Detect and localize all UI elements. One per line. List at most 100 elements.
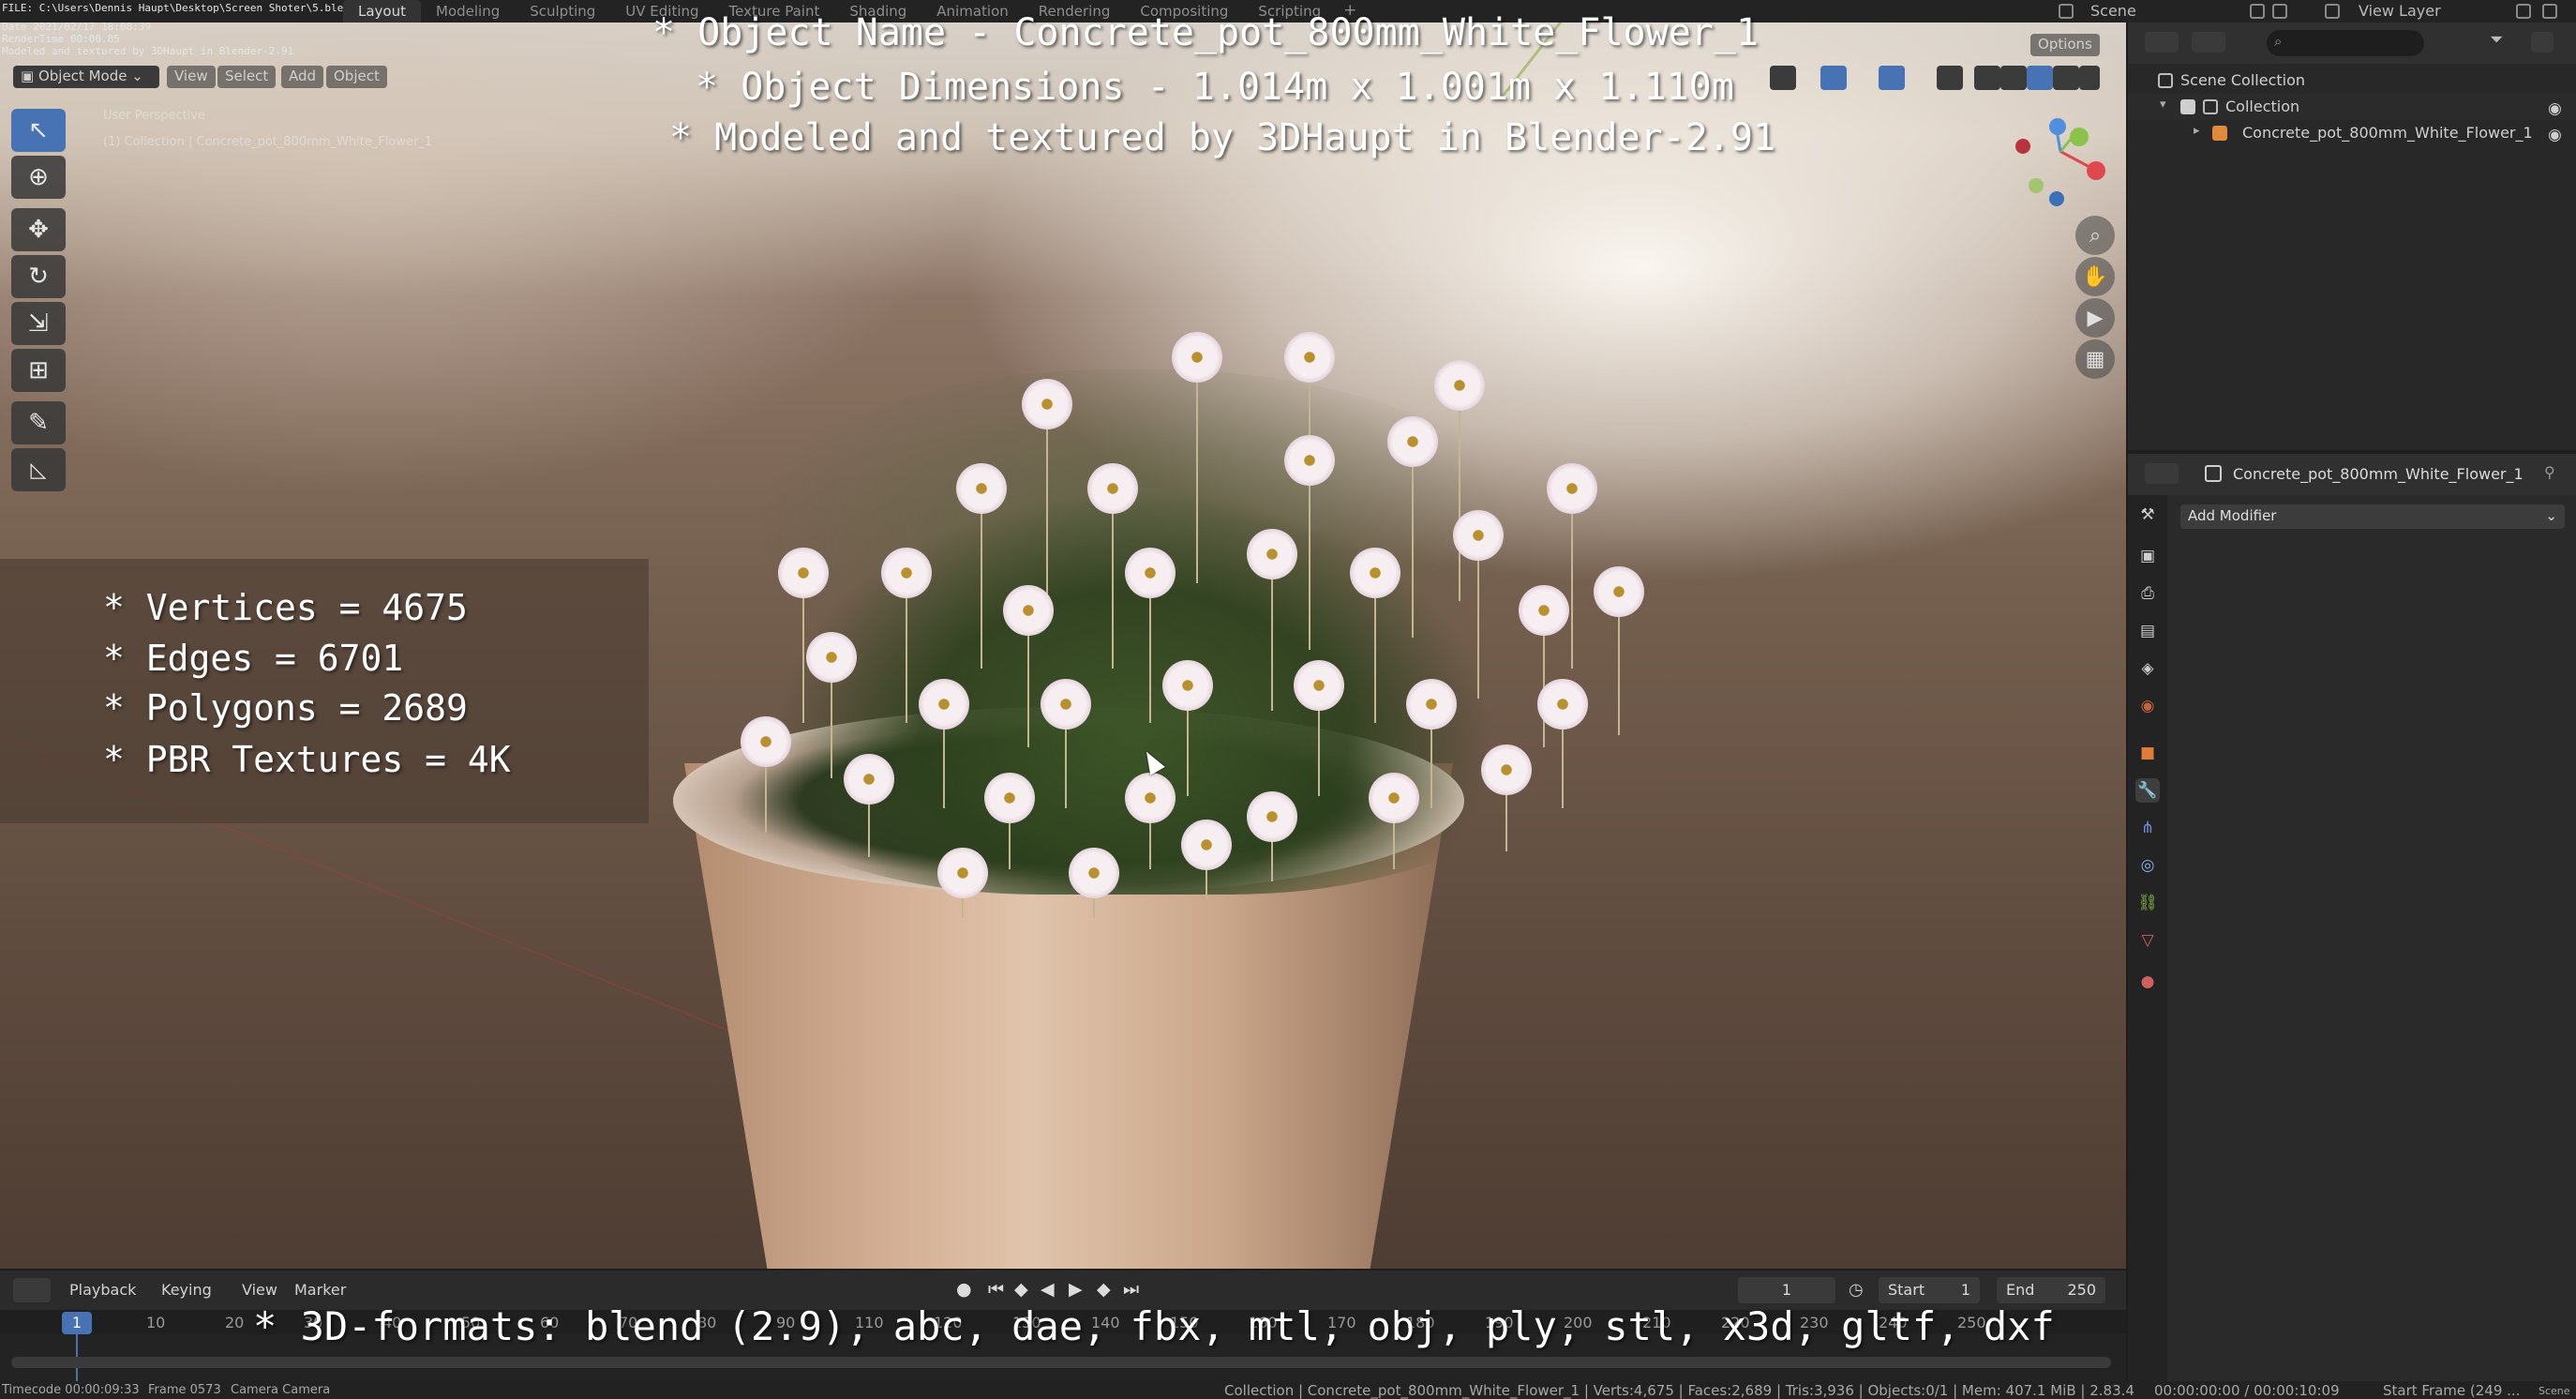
jump-end-icon[interactable]: ⏭ — [1123, 1279, 1139, 1300]
start-frame-field[interactable]: Start 1 — [1879, 1277, 1980, 1303]
tool-tab-icon[interactable]: ⚒ — [2135, 503, 2160, 527]
gizmo-x-icon[interactable] — [2087, 161, 2105, 180]
modifier-tab-icon[interactable]: 🔧 — [2135, 778, 2160, 803]
flower-blossom — [1247, 791, 1297, 842]
next-keyframe-icon[interactable]: ◆ — [1097, 1279, 1111, 1300]
move-tool[interactable]: ✥ — [11, 208, 66, 251]
xray-toggle-icon[interactable] — [1937, 66, 1963, 90]
solid-shading-icon[interactable] — [2000, 66, 2027, 90]
outliner-row-collection[interactable]: ▾ Collection ◉ — [2128, 94, 2576, 120]
current-frame-field[interactable]: 1 — [1738, 1277, 1835, 1303]
shading-options-icon[interactable] — [2079, 66, 2100, 90]
tab-layout[interactable]: Layout — [343, 0, 421, 23]
timeline-scrollbar[interactable] — [11, 1357, 2111, 1368]
delete-scene-icon[interactable] — [2272, 4, 2287, 19]
view-menu[interactable]: View — [167, 66, 216, 88]
object-tab-icon[interactable]: ■ — [2135, 741, 2160, 765]
gizmo-neg-z-icon[interactable] — [2049, 191, 2064, 206]
outliner-panel: ⌕ ⏷ Scene Collection ▾ Collection ◉ ▸ Co… — [2128, 23, 2576, 450]
end-frame-field[interactable]: End 250 — [1997, 1277, 2105, 1303]
wireframe-shading-icon[interactable] — [1974, 66, 2000, 90]
view-layer-tab-icon[interactable]: ▤ — [2135, 619, 2160, 643]
measure-tool[interactable]: ◺ — [11, 448, 66, 491]
new-scene-icon[interactable] — [2250, 4, 2265, 19]
add-menu[interactable]: Add — [281, 66, 324, 88]
data-tab-icon[interactable]: ▽ — [2135, 928, 2160, 953]
play-icon[interactable]: ▶ — [1069, 1279, 1083, 1300]
scene-selector[interactable]: Scene — [2090, 2, 2136, 20]
collapse-chevron-icon[interactable]: ▾ — [2160, 98, 2166, 112]
render-tab-icon[interactable]: ▣ — [2135, 544, 2160, 568]
select-menu[interactable]: Select — [217, 66, 277, 88]
gizmo-z-icon[interactable] — [2049, 118, 2066, 135]
marker-menu[interactable]: Marker — [294, 1281, 346, 1299]
tab-sculpting[interactable]: Sculpting — [515, 0, 610, 23]
flower-blossom — [844, 754, 894, 805]
gizmo-y-icon[interactable] — [2070, 128, 2089, 146]
view-menu[interactable]: View — [242, 1281, 277, 1299]
material-tab-icon[interactable]: ● — [2135, 970, 2160, 994]
playhead[interactable]: 1 — [62, 1312, 92, 1334]
display-mode-icon[interactable] — [2192, 32, 2225, 53]
scene-icon[interactable] — [2059, 4, 2074, 19]
new-view-layer-icon[interactable] — [2516, 4, 2531, 19]
flower-blossom — [1069, 848, 1119, 898]
jump-start-icon[interactable]: ⏮ — [988, 1279, 1004, 1300]
gizmo-neg-y-icon[interactable] — [2029, 178, 2044, 193]
editor-type-icon[interactable] — [13, 1278, 51, 1302]
add-modifier-dropdown[interactable]: Add Modifier ⌄ — [2180, 504, 2565, 529]
playback-menu[interactable]: Playback — [69, 1281, 136, 1299]
prev-keyframe-icon[interactable]: ◆ — [1014, 1279, 1028, 1300]
gizmo-neg-x-icon[interactable] — [2015, 139, 2030, 154]
pin-icon[interactable]: ⚲ — [2544, 463, 2555, 481]
zoom-icon[interactable]: ⌕ — [2075, 216, 2115, 255]
transform-tool[interactable]: ⊞ — [11, 349, 66, 392]
outliner-row-object[interactable]: ▸ Concrete_pot_800mm_White_Flower_1 ◉ — [2128, 120, 2576, 146]
flower-stem — [1412, 454, 1414, 638]
camera-view-icon[interactable]: ▶ — [2075, 298, 2115, 338]
ortho-grid-icon[interactable]: ▦ — [2075, 339, 2115, 379]
checkbox-icon[interactable] — [2180, 99, 2195, 114]
outliner-search-input[interactable]: ⌕ — [2267, 30, 2424, 56]
new-collection-icon[interactable] — [2531, 32, 2554, 53]
outliner-row-scene-collection[interactable]: Scene Collection — [2128, 68, 2576, 94]
cursor-tool[interactable]: ⊕ — [11, 156, 66, 199]
scene-tab-icon[interactable]: ◈ — [2135, 656, 2160, 681]
frame-tick-label: 20 — [225, 1314, 245, 1331]
view-layer-icon[interactable] — [2325, 4, 2340, 19]
visibility-eye-icon[interactable]: ◉ — [2548, 99, 2562, 118]
material-shading-icon[interactable] — [2027, 66, 2053, 90]
gizmo-toggle-icon[interactable] — [1820, 66, 1847, 90]
overlay-toggle-icon[interactable] — [1879, 66, 1905, 90]
view-layer-selector[interactable]: View Layer — [2359, 2, 2441, 20]
annotate-tool[interactable]: ✎ — [11, 401, 66, 444]
editor-type-icon[interactable] — [2145, 32, 2179, 53]
particles-tab-icon[interactable]: ⋔ — [2135, 816, 2160, 840]
output-tab-icon[interactable]: ⎙ — [2135, 581, 2160, 606]
object-menu[interactable]: Object — [326, 66, 387, 88]
filter-icon[interactable]: ⏷ — [2490, 30, 2503, 50]
expand-chevron-icon[interactable]: ▸ — [2194, 124, 2200, 138]
scale-tool[interactable]: ⇲ — [11, 302, 66, 345]
tab-modeling[interactable]: Modeling — [421, 0, 515, 23]
delete-view-layer-icon[interactable] — [2542, 4, 2557, 19]
select-box-tool[interactable]: ↖ — [11, 109, 66, 152]
clock-icon[interactable]: ◷ — [1849, 1280, 1864, 1300]
rotate-tool[interactable]: ↻ — [11, 255, 66, 298]
flower-blossom — [1247, 529, 1297, 579]
constraints-tab-icon[interactable]: ⛓ — [2135, 891, 2160, 915]
flower-blossom — [1284, 332, 1335, 383]
visibility-icon[interactable] — [1770, 66, 1796, 90]
world-tab-icon[interactable]: ◉ — [2135, 694, 2160, 718]
keying-menu[interactable]: Keying — [161, 1281, 212, 1299]
editor-type-icon[interactable] — [2145, 463, 2179, 484]
record-icon[interactable]: ● — [956, 1279, 972, 1300]
physics-tab-icon[interactable]: ◎ — [2135, 853, 2160, 878]
options-dropdown[interactable]: Options — [2030, 34, 2100, 56]
play-reverse-icon[interactable]: ◀ — [1041, 1279, 1055, 1300]
visibility-eye-icon[interactable]: ◉ — [2548, 126, 2562, 144]
flower-blossom — [1387, 416, 1438, 467]
rendered-shading-icon[interactable] — [2053, 66, 2079, 90]
pan-hand-icon[interactable]: ✋ — [2075, 257, 2115, 296]
object-mode-dropdown[interactable]: ▣ Object Mode ⌄ — [13, 66, 159, 88]
